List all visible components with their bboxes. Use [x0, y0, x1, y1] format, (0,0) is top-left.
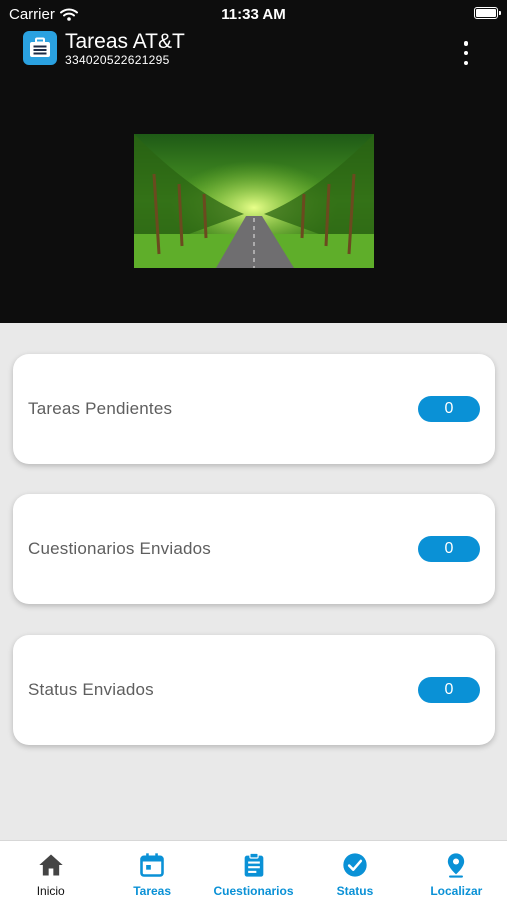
status-bar: Carrier 11:33 AM	[0, 0, 507, 28]
tab-status[interactable]: Status	[304, 841, 405, 900]
tab-inicio[interactable]: Inicio	[0, 841, 101, 900]
banner-image	[134, 134, 374, 268]
check-circle-icon	[343, 853, 367, 877]
dot-icon	[463, 50, 469, 56]
bottom-tab-bar: Inicio Tareas Cuestionarios Status Local…	[0, 840, 507, 900]
card-label: Cuestionarios Enviados	[28, 539, 211, 558]
dot-icon	[463, 60, 469, 65]
count-badge: 0	[418, 536, 480, 562]
app-bar: Tareas AT&T 334020522621295	[0, 30, 507, 70]
clock: 11:33 AM	[221, 6, 286, 23]
tab-tareas[interactable]: Tareas	[101, 841, 202, 900]
app-title: Tareas AT&T	[65, 30, 185, 53]
tab-cuestionarios[interactable]: Cuestionarios	[203, 841, 304, 900]
tab-label: Status	[336, 884, 374, 898]
more-menu-button[interactable]	[461, 41, 471, 65]
tab-localizar[interactable]: Localizar	[406, 841, 507, 900]
clipboard-icon	[244, 852, 263, 877]
location-pin-icon	[448, 853, 465, 878]
briefcase-icon	[23, 31, 57, 65]
count-badge: 0	[418, 677, 480, 703]
sent-status-card[interactable]: Status Enviados 0	[13, 635, 495, 745]
app-header: Carrier 11:33 AM Tareas AT&T 33402052262…	[0, 0, 507, 323]
tab-label: Tareas	[133, 884, 172, 898]
battery-icon	[474, 7, 501, 19]
tab-label: Localizar	[430, 884, 483, 898]
tab-label: Inicio	[36, 884, 65, 898]
home-icon	[39, 854, 63, 876]
device-id: 334020522621295	[65, 53, 170, 67]
card-label: Tareas Pendientes	[28, 399, 173, 418]
dot-icon	[463, 41, 469, 46]
pending-tasks-card[interactable]: Tareas Pendientes 0	[13, 354, 495, 464]
sent-questionnaires-card[interactable]: Cuestionarios Enviados 0	[13, 494, 495, 604]
card-label: Status Enviados	[28, 680, 154, 699]
count-badge: 0	[418, 396, 480, 422]
tab-label: Cuestionarios	[213, 884, 294, 898]
calendar-icon	[140, 853, 164, 877]
